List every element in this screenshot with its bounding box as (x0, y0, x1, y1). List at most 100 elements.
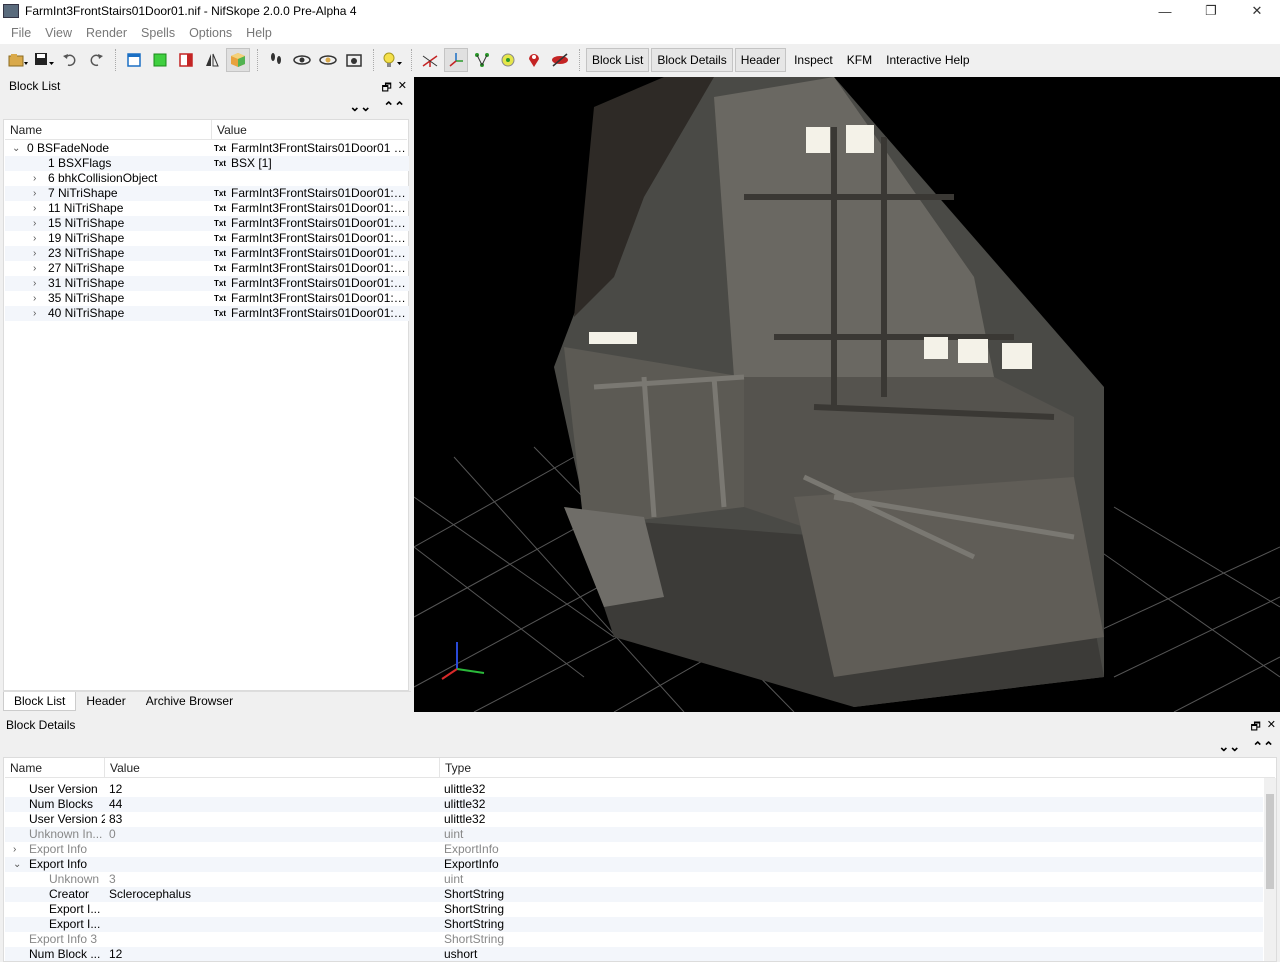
column-name[interactable]: Name (5, 120, 212, 139)
detail-row[interactable]: User Version 2 83 ulittle32 (5, 812, 1263, 827)
view-top-icon[interactable] (148, 48, 172, 72)
walk-icon[interactable] (264, 48, 288, 72)
scrollbar-thumb[interactable] (1266, 794, 1274, 889)
column-name[interactable]: Name (5, 758, 105, 777)
block-list-row[interactable]: › 23 NiTriShape Txt FarmInt3FrontStairs01Do… (5, 246, 409, 261)
show-hidden-icon[interactable] (290, 48, 314, 72)
undo-icon[interactable] (58, 48, 82, 72)
dock-close-icon[interactable]: ✕ (1267, 718, 1276, 737)
expand-all-icon[interactable]: ⌄⌄ (349, 99, 371, 115)
open-file-icon[interactable] (6, 48, 30, 72)
chevron-right-icon[interactable]: › (33, 246, 36, 261)
block-list-row[interactable]: ⌄ 0 BSFadeNode Txt FarmInt3FrontStairs01Doo… (5, 141, 409, 156)
block-list-row[interactable]: › 19 NiTriShape Txt FarmInt3FrontStairs01Do… (5, 231, 409, 246)
collapse-all-icon[interactable]: ⌃⌃ (383, 99, 405, 115)
block-list-row[interactable]: › 27 NiTriShape Txt FarmInt3FrontStairs01Do… (5, 261, 409, 276)
detail-value[interactable]: 44 (105, 797, 440, 812)
chevron-right-icon[interactable]: › (33, 171, 36, 186)
menu-view[interactable]: View (38, 26, 79, 40)
block-list-row[interactable]: › 15 NiTriShape Txt FarmInt3FrontStairs01Do… (5, 216, 409, 231)
detail-value[interactable]: Sclerocephalus (105, 887, 440, 902)
detail-row[interactable]: Unknown In... 0 uint (5, 827, 1263, 842)
toggle-interactive-help-button[interactable]: Interactive Help (880, 48, 975, 72)
block-list-row[interactable]: › 6 bhkCollisionObject (5, 171, 409, 186)
chevron-down-icon[interactable]: ⌄ (12, 141, 20, 156)
detail-row[interactable]: Unknown 3 uint (5, 872, 1263, 887)
detail-value[interactable]: 83 (105, 812, 440, 827)
detail-row[interactable]: Export I... ShortString (5, 902, 1263, 917)
menu-file[interactable]: File (4, 26, 38, 40)
tab-header[interactable]: Header (76, 692, 135, 711)
toggle-block-list-button[interactable]: Block List (586, 48, 650, 72)
view-side-icon[interactable] (174, 48, 198, 72)
detail-value[interactable]: 12 (105, 782, 440, 797)
chevron-right-icon[interactable]: › (33, 261, 36, 276)
detail-value[interactable] (105, 917, 440, 932)
column-value[interactable]: Value (212, 120, 407, 139)
block-list-row[interactable]: › 7 NiTriShape Txt FarmInt3FrontStairs01Doo… (5, 186, 409, 201)
menu-options[interactable]: Options (182, 26, 239, 40)
render-viewport[interactable] (414, 77, 1280, 712)
constraints-icon[interactable] (496, 48, 520, 72)
chevron-right-icon[interactable]: › (33, 231, 36, 246)
undock-icon[interactable]: 🗗 (381, 79, 391, 98)
toggle-block-details-button[interactable]: Block Details (651, 48, 733, 72)
dock-close-icon[interactable]: ✕ (398, 79, 407, 98)
column-value[interactable]: Value (105, 758, 440, 777)
view-flip-icon[interactable] (200, 48, 224, 72)
detail-row[interactable]: Num Blocks 44 ulittle32 (5, 797, 1263, 812)
toggle-inspect-button[interactable]: Inspect (788, 48, 839, 72)
detail-row[interactable]: ⌄ Export Info ExportInfo (5, 857, 1263, 872)
menu-help[interactable]: Help (239, 26, 279, 40)
chevron-right-icon[interactable]: › (33, 216, 36, 231)
block-list-row[interactable]: › 11 NiTriShape Txt FarmInt3FrontStairs01Do… (5, 201, 409, 216)
detail-row[interactable]: Export Info 3 ShortString (5, 932, 1263, 947)
toggle-kfm-button[interactable]: KFM (841, 48, 878, 72)
detail-value[interactable]: 0 (105, 827, 440, 842)
close-button[interactable]: ✕ (1234, 0, 1280, 22)
menu-render[interactable]: Render (79, 26, 134, 40)
lighting-icon[interactable] (380, 48, 404, 72)
detail-value[interactable]: 3 (105, 872, 440, 887)
view-perspective-icon[interactable] (226, 48, 250, 72)
chevron-right-icon[interactable]: › (13, 842, 16, 857)
toggle-header-button[interactable]: Header (734, 48, 787, 72)
block-list-row[interactable]: › 40 NiTriShape Txt FarmInt3FrontStairs01Do… (5, 306, 409, 321)
column-type[interactable]: Type (440, 758, 1265, 777)
collapse-all-icon[interactable]: ⌃⌃ (1252, 739, 1274, 755)
block-list-row[interactable]: › 31 NiTriShape Txt FarmInt3FrontStairs01Do… (5, 276, 409, 291)
markers-icon[interactable] (522, 48, 546, 72)
detail-value[interactable] (105, 857, 440, 872)
detail-value[interactable] (105, 902, 440, 917)
gizmo-icon[interactable] (444, 48, 468, 72)
expand-all-icon[interactable]: ⌄⌄ (1218, 739, 1240, 755)
minimize-button[interactable]: — (1142, 0, 1188, 22)
redo-icon[interactable] (84, 48, 108, 72)
undock-icon[interactable]: 🗗 (1250, 718, 1260, 737)
chevron-right-icon[interactable]: › (33, 306, 36, 321)
view-front-icon[interactable] (122, 48, 146, 72)
menu-spells[interactable]: Spells (134, 26, 182, 40)
axes-icon[interactable] (418, 48, 442, 72)
block-list-row[interactable]: › 35 NiTriShape Txt FarmInt3FrontStairs01Do… (5, 291, 409, 306)
detail-row[interactable]: › Export Info ExportInfo (5, 842, 1263, 857)
detail-row[interactable]: Creator Sclerocephalus ShortString (5, 887, 1263, 902)
tab-archive-browser[interactable]: Archive Browser (136, 692, 243, 711)
tab-block-list[interactable]: Block List (3, 692, 77, 711)
save-icon[interactable] (32, 48, 56, 72)
chevron-right-icon[interactable]: › (33, 201, 36, 216)
detail-value[interactable]: 12 (105, 947, 440, 961)
chevron-down-icon[interactable]: ⌄ (13, 857, 21, 872)
details-scrollbar[interactable] (1264, 778, 1276, 961)
restore-button[interactable]: ❐ (1188, 0, 1234, 22)
chevron-right-icon[interactable]: › (33, 186, 36, 201)
detail-value[interactable] (105, 842, 440, 857)
skeleton-icon[interactable] (470, 48, 494, 72)
block-list-row[interactable]: 1 BSXFlags Txt BSX [1] (5, 156, 409, 171)
detail-row[interactable]: Num Block ... 12 ushort (5, 947, 1263, 961)
chevron-right-icon[interactable]: › (33, 276, 36, 291)
chevron-right-icon[interactable]: › (33, 291, 36, 306)
hide-markers-icon[interactable] (548, 48, 572, 72)
select-visible-icon[interactable] (316, 48, 340, 72)
detail-row[interactable]: Export I... ShortString (5, 917, 1263, 932)
